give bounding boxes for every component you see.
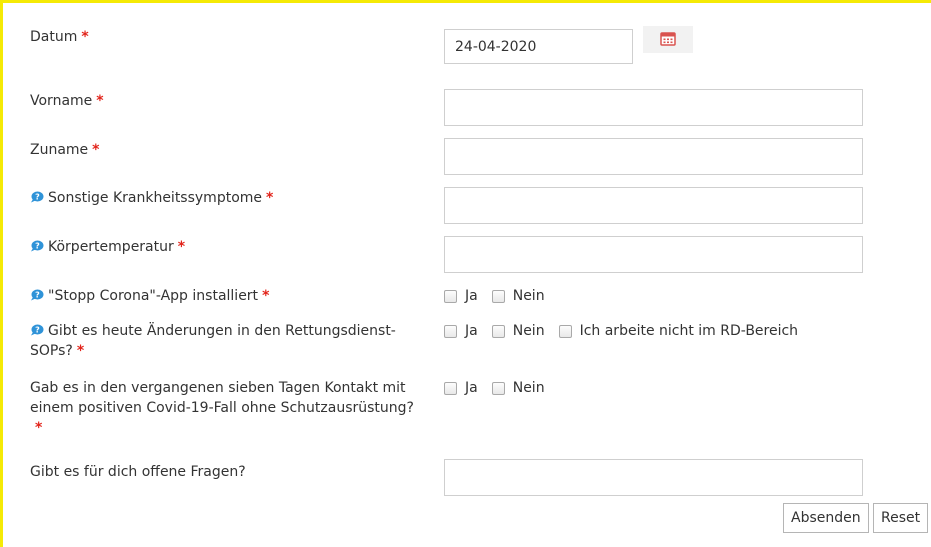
zuname-input[interactable]	[444, 138, 863, 175]
help-bubble-icon[interactable]: ?	[30, 324, 44, 336]
fragen-label: Gibt es für dich offene Fragen?	[30, 464, 246, 480]
zuname-label: Zuname *	[30, 142, 100, 158]
reset-button[interactable]: Reset	[873, 503, 929, 533]
required-marker: *	[262, 288, 270, 304]
option-nein[interactable]: Nein	[491, 286, 545, 306]
help-bubble-icon[interactable]: ?	[30, 191, 44, 203]
sops-options: Ja Nein Ich arbeite nicht im RD-Bereich	[444, 321, 812, 341]
option-label: Nein	[512, 323, 545, 339]
calendar-button[interactable]	[643, 26, 693, 53]
checkbox-nein[interactable]	[491, 381, 505, 395]
checkbox-nein[interactable]	[491, 324, 505, 338]
option-nein[interactable]: Nein	[491, 321, 545, 341]
option-label: Nein	[512, 288, 545, 304]
vorname-label: Vorname *	[30, 93, 104, 109]
datum-label: Datum *	[30, 29, 89, 45]
vorname-input[interactable]	[444, 89, 863, 126]
required-marker: *	[96, 93, 104, 109]
option-nicht-rd[interactable]: Ich arbeite nicht im RD-Bereich	[558, 321, 799, 341]
checkbox-ja[interactable]	[444, 324, 457, 338]
kontakt-options: Ja Nein	[444, 378, 559, 398]
temperatur-label: ? Körpertemperatur *	[30, 237, 430, 257]
required-marker: *	[177, 239, 186, 255]
datum-input[interactable]	[444, 29, 633, 64]
kontakt-label: Gab es in den vergangenen sieben Tagen K…	[30, 380, 414, 436]
help-bubble-icon[interactable]: ?	[30, 289, 44, 301]
calendar-icon	[660, 31, 676, 49]
svg-text:?: ?	[35, 242, 40, 251]
checkbox-ja[interactable]	[444, 381, 457, 395]
sops-label: ? Gibt es heute Änderungen in den Rettung…	[30, 323, 396, 359]
option-label: Ich arbeite nicht im RD-Bereich	[579, 323, 799, 339]
option-label: Ja	[465, 288, 478, 304]
option-label: Nein	[512, 380, 545, 396]
checkbox-nein[interactable]	[491, 289, 505, 303]
help-bubble-icon[interactable]: ?	[30, 240, 44, 252]
required-marker: *	[35, 420, 43, 436]
option-ja[interactable]: Ja	[444, 286, 478, 306]
fragen-input[interactable]	[444, 459, 863, 496]
option-nein[interactable]: Nein	[491, 378, 545, 398]
option-ja[interactable]: Ja	[444, 378, 478, 398]
option-ja[interactable]: Ja	[444, 321, 478, 341]
symptome-label: ? Sonstige Krankheitssymptome *	[30, 188, 430, 208]
stopp-corona-label: ? "Stopp Corona"-App installiert *	[30, 286, 430, 306]
submit-button[interactable]: Absenden	[783, 503, 869, 533]
checkbox-nicht-rd[interactable]	[558, 324, 572, 338]
required-marker: *	[81, 29, 89, 45]
symptome-input[interactable]	[444, 187, 863, 224]
option-label: Ja	[465, 380, 478, 396]
checkbox-ja[interactable]	[444, 289, 457, 303]
stopp-corona-options: Ja Nein	[444, 286, 559, 306]
svg-text:?: ?	[35, 193, 40, 202]
required-marker: *	[92, 142, 100, 158]
required-marker: *	[76, 343, 85, 359]
svg-text:?: ?	[35, 326, 40, 335]
option-label: Ja	[465, 323, 478, 339]
temperatur-input[interactable]	[444, 236, 863, 273]
svg-text:?: ?	[35, 291, 40, 300]
required-marker: *	[266, 190, 274, 206]
